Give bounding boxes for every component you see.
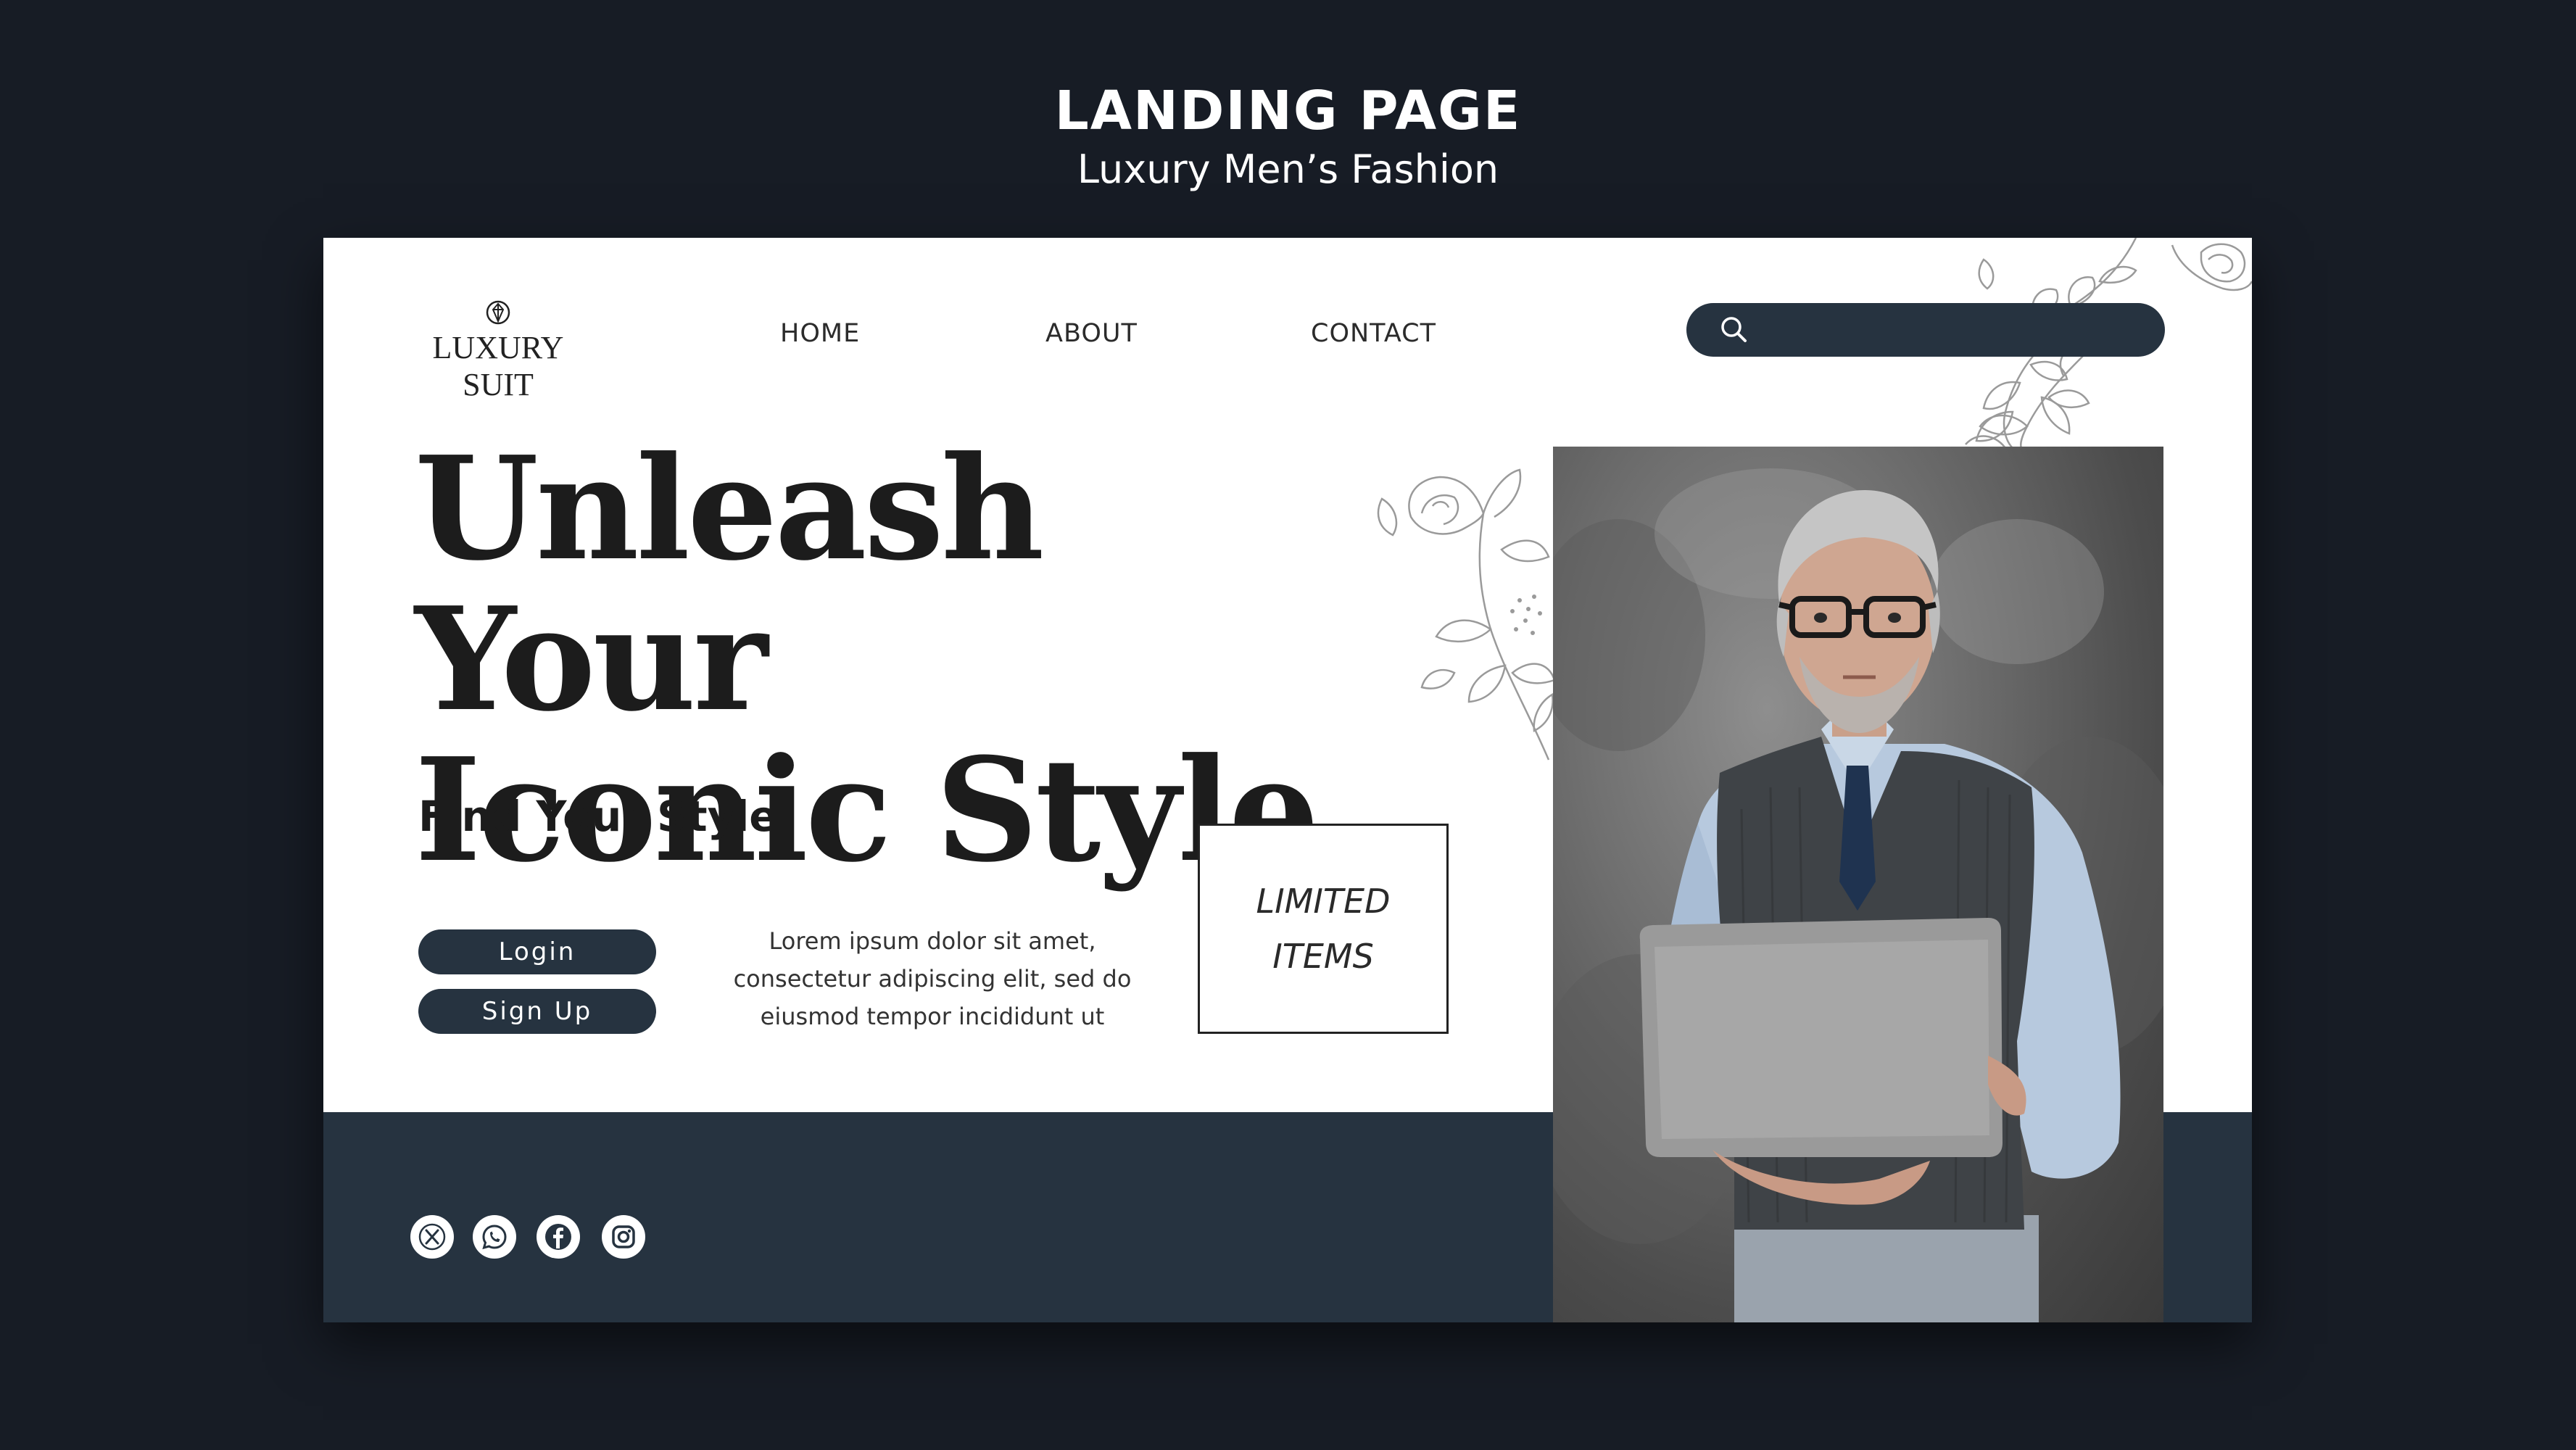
- limited-items-badge[interactable]: LIMITED ITEMS: [1198, 824, 1449, 1034]
- hero-description-line-1: Lorem ipsum dolor sit amet,: [769, 927, 1096, 955]
- page-heading: LANDING PAGE: [1054, 80, 1522, 142]
- nav-about[interactable]: ABOUT: [1045, 319, 1138, 348]
- search-bar[interactable]: [1686, 303, 2165, 357]
- instagram-icon: [612, 1225, 635, 1248]
- x-twitter-link[interactable]: [410, 1215, 454, 1259]
- nav-home[interactable]: HOME: [780, 319, 860, 348]
- hero-photo: [1553, 447, 2163, 1322]
- hero-description: Lorem ipsum dolor sit amet, consectetur …: [729, 922, 1135, 1035]
- search-input[interactable]: [1766, 312, 2143, 348]
- facebook-link[interactable]: [537, 1215, 580, 1259]
- limited-items-line-2: ITEMS: [1272, 937, 1374, 976]
- site-logo[interactable]: LUXURY SUIT: [415, 300, 581, 403]
- facebook-icon: [545, 1224, 571, 1250]
- whatsapp-icon: [482, 1225, 507, 1250]
- whatsapp-link[interactable]: [473, 1215, 516, 1259]
- signup-button[interactable]: Sign Up: [418, 989, 656, 1034]
- logo-text: LUXURY SUIT: [432, 330, 564, 402]
- landing-page-mockup: LUXURY SUIT HOME ABOUT CONTACT Unleash Y…: [323, 238, 2252, 1322]
- floral-decoration-search-below: [1965, 347, 2090, 448]
- man-with-laptop-illustration: [1553, 468, 2163, 1322]
- limited-items-text: LIMITED ITEMS: [1214, 874, 1432, 984]
- diamond-icon: [486, 300, 510, 325]
- hero-subtitle: Find Your Style: [418, 792, 778, 841]
- x-twitter-icon: [418, 1223, 446, 1251]
- page-subheading: Luxury Men’s Fashion: [1077, 146, 1499, 192]
- hero-description-line-2: consectetur adipiscing elit, sed do: [733, 965, 1132, 993]
- search-icon[interactable]: [1718, 315, 1749, 345]
- hero-description-line-3: eiusmod tempor incididunt ut: [760, 1003, 1105, 1030]
- nav-contact[interactable]: CONTACT: [1311, 319, 1436, 348]
- hero-title-line-1: Unleash Your: [415, 426, 1044, 743]
- floral-decoration-middle: [1377, 468, 1556, 761]
- login-button[interactable]: Login: [418, 929, 656, 974]
- limited-items-line-1: LIMITED: [1256, 882, 1391, 921]
- instagram-link[interactable]: [602, 1215, 645, 1259]
